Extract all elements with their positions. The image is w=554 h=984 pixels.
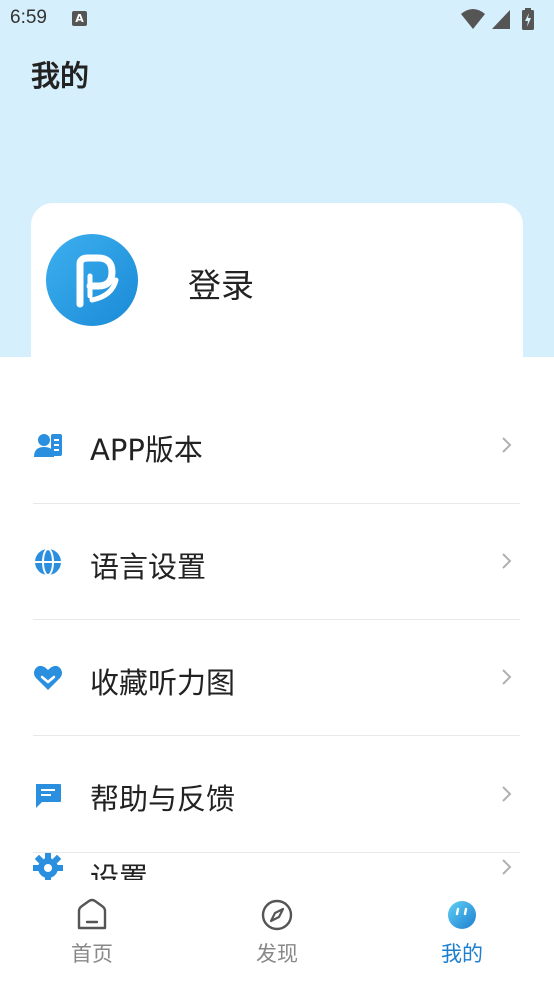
menu-item-help-feedback[interactable]: 帮助与反馈 (0, 736, 554, 852)
home-icon (75, 898, 109, 932)
menu-item-label: 语言设置 (90, 550, 207, 584)
chevron-right-icon (502, 553, 512, 569)
bottom-nav: 首页 发现 我的 (0, 880, 554, 984)
heart-icon (33, 663, 63, 693)
login-button[interactable]: 登录 (188, 259, 254, 307)
menu-item-label: 帮助与反馈 (90, 782, 236, 816)
menu-item-favorites[interactable]: 收藏听力图 (0, 620, 554, 736)
notification-icon: A (72, 11, 87, 26)
wifi-icon (461, 9, 485, 29)
compass-icon (260, 898, 294, 932)
nav-item-home[interactable]: 首页 (32, 880, 152, 980)
chevron-right-icon (502, 786, 512, 802)
battery-icon (522, 8, 534, 30)
app-logo-icon (76, 254, 119, 308)
profile-card[interactable]: 登录 (31, 203, 523, 363)
gear-icon (33, 853, 63, 880)
avatar[interactable] (46, 234, 138, 326)
nav-item-discover[interactable]: 发现 (217, 880, 337, 980)
menu-item-settings[interactable]: 设置 (0, 853, 554, 880)
nav-label: 发现 (256, 942, 298, 966)
chat-bubble-icon (33, 781, 63, 811)
nav-item-mine[interactable]: 我的 (402, 880, 522, 980)
signal-icon (492, 10, 510, 29)
menu-item-label: 设置 (90, 861, 149, 880)
status-time: 6:59 (10, 7, 47, 28)
menu-item-label: 收藏听力图 (90, 666, 236, 700)
menu-item-label: APP版本 (90, 433, 203, 467)
nav-label: 首页 (71, 942, 113, 966)
status-indicators (460, 8, 544, 30)
chevron-right-icon (502, 859, 512, 875)
globe-icon (33, 547, 63, 577)
chevron-right-icon (502, 669, 512, 685)
menu-item-language[interactable]: 语言设置 (0, 504, 554, 620)
page-title: 我的 (31, 59, 90, 93)
mine-icon (445, 898, 479, 932)
status-bar: 6:59 A (0, 0, 554, 38)
contact-card-icon (33, 431, 63, 461)
nav-label: 我的 (441, 942, 483, 966)
chevron-right-icon (502, 437, 512, 453)
menu-item-app-version[interactable]: APP版本 (0, 387, 554, 503)
